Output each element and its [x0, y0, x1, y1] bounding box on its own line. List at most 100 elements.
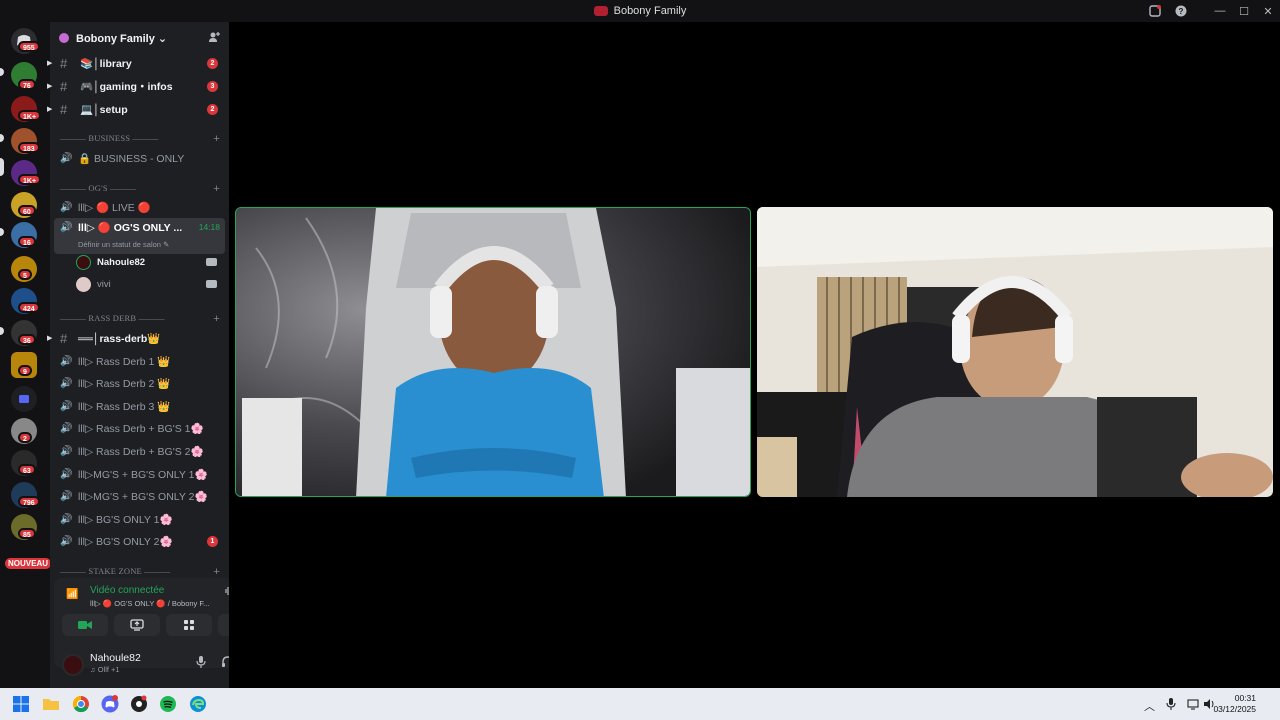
- microphone-icon[interactable]: [196, 656, 206, 671]
- edge-icon[interactable]: [189, 695, 207, 713]
- video-tile-2[interactable]: [757, 207, 1273, 497]
- voice-user-vivi[interactable]: vivi: [76, 274, 221, 294]
- mention-badge: 1: [207, 535, 218, 547]
- voice-channel-rass-1[interactable]: 🔊 lll▷ Rass Derb 1 👑: [50, 350, 229, 372]
- voice-channel-mgs-bgs-2[interactable]: 🔊 lll▷MG'S + BG'S ONLY 2🌸: [50, 485, 229, 507]
- voice-channel-bgs-only-1[interactable]: 🔊 lll▷ BG'S ONLY 1🌸: [50, 508, 229, 530]
- clock-time: 00:31: [1234, 693, 1256, 703]
- server-badge: 796: [18, 496, 40, 507]
- maximize-icon[interactable]: ☐: [1232, 0, 1256, 22]
- os-taskbar: ︿ 00:31 03/12/2025: [0, 688, 1280, 720]
- voice-channel-icon: 🔊: [60, 355, 73, 367]
- channel-label: lll▷ 🔴 OG'S ONLY ...: [78, 222, 183, 234]
- window-title-text: Bobony Family: [613, 5, 687, 17]
- channel-setup[interactable]: ▶ # 💻│setup 2: [47, 98, 229, 120]
- channel-label: 💻│setup: [80, 103, 128, 116]
- channel-label: 🎮│gaming・infos: [80, 80, 173, 93]
- voice-channel-mgs-bgs-1[interactable]: 🔊 lll▷MG'S + BG'S ONLY 1🌸: [50, 463, 229, 485]
- network-icon[interactable]: [1187, 698, 1199, 713]
- create-channel-icon[interactable]: +: [213, 566, 220, 578]
- minimize-icon[interactable]: —: [1208, 0, 1232, 22]
- voice-user-name: vivi: [97, 278, 111, 290]
- server-badge: 60: [18, 205, 36, 216]
- server-badge: 5: [18, 269, 32, 280]
- new-servers-badge[interactable]: NOUVEAU: [5, 558, 52, 569]
- category-label: ——— RASS DERB ———: [60, 313, 165, 323]
- voice-channel-icon: 🔊: [60, 400, 73, 412]
- channel-gaming-infos[interactable]: ▶ # 🎮│gaming・infos 3: [47, 75, 229, 97]
- dm-badge: 955: [18, 41, 40, 52]
- guild-header[interactable]: Bobony Family ⌄: [50, 22, 229, 54]
- create-channel-icon[interactable]: +: [213, 133, 220, 145]
- voice-channel-rass-3[interactable]: 🔊 lll▷ Rass Derb 3 👑: [50, 395, 229, 417]
- server-badge: 424: [18, 302, 40, 313]
- voice-channel-live[interactable]: 🔊 lll▷ 🔴 LIVE 🔴: [50, 196, 229, 218]
- clock-date: 03/12/2025: [1213, 704, 1256, 714]
- expand-arrow-icon: ▶: [47, 335, 53, 342]
- help-icon[interactable]: ?: [1168, 0, 1194, 22]
- system-clock[interactable]: 00:31 03/12/2025: [1213, 693, 1256, 715]
- connection-signal-icon[interactable]: 📶: [66, 589, 78, 600]
- text-channel-icon: #: [60, 55, 68, 71]
- voice-channel-icon: 🔊: [60, 535, 73, 547]
- show-hidden-icons[interactable]: ︿: [1144, 698, 1155, 714]
- file-explorer-icon[interactable]: [42, 695, 60, 713]
- channel-label: 🔒 BUSINESS - ONLY: [78, 152, 185, 165]
- voice-location[interactable]: lll▷ 🔴 OG'S ONLY 🔴 / Bobony F...: [90, 599, 209, 608]
- inbox-icon[interactable]: [1142, 0, 1168, 22]
- category-label: ——— STAKE ZONE ———: [60, 566, 171, 576]
- category-label: ——— OG'S ———: [60, 183, 137, 193]
- voice-status: Vidéo connectée: [90, 585, 165, 596]
- voice-channel-bgs-only-2[interactable]: 🔊 lll▷ BG'S ONLY 2🌸 1: [50, 530, 229, 552]
- close-icon[interactable]: ✕: [1256, 0, 1280, 22]
- voice-channel-icon: 🔊: [60, 222, 73, 233]
- voice-channel-rass-bgs-2[interactable]: 🔊 lll▷ Rass Derb + BG'S 2🌸: [50, 440, 229, 462]
- window-title: Bobony Family: [593, 5, 687, 17]
- channel-library[interactable]: ▶ # 📚│library 2: [47, 52, 229, 74]
- unread-indicator: [0, 327, 4, 335]
- voice-user-name: Nahoule82: [97, 256, 146, 268]
- folder-icon[interactable]: [11, 386, 37, 412]
- voice-channel-business[interactable]: 🔊 🔒 BUSINESS - ONLY: [50, 147, 229, 169]
- server-badge: 16: [18, 236, 36, 247]
- server-list: 955 76 1K+ 183 1K+ 60 16 5 424 36 9 2 63…: [0, 22, 52, 688]
- tray-microphone-icon[interactable]: [1166, 698, 1176, 713]
- activities-button[interactable]: [166, 614, 212, 636]
- screen-share-button[interactable]: [114, 614, 160, 636]
- spotify-icon[interactable]: [159, 695, 177, 713]
- voice-channel-icon: 🔊: [60, 513, 73, 525]
- text-channel-icon: #: [60, 78, 68, 94]
- voice-channel-rass-bgs-1[interactable]: 🔊 lll▷ Rass Derb + BG'S 1🌸: [50, 417, 229, 439]
- channel-status[interactable]: Définir un statut de salon ✎: [78, 240, 169, 249]
- category-label: ——— BUSINESS ———: [60, 133, 159, 143]
- user-avatar[interactable]: [62, 654, 84, 676]
- mention-badge: 2: [207, 57, 218, 69]
- server-badge: 1K+: [18, 110, 42, 121]
- unread-indicator: [0, 228, 4, 236]
- channel-label: lll▷ Rass Derb 2 👑: [78, 377, 171, 390]
- camera-toggle-button[interactable]: [62, 614, 108, 636]
- channel-label: ══│rass-derb👑: [78, 332, 161, 345]
- discord-icon[interactable]: [101, 695, 119, 713]
- voice-channel-icon: 🔊: [60, 445, 73, 457]
- video-tile-1[interactable]: [235, 207, 751, 497]
- server-badge: 85: [18, 528, 36, 539]
- create-channel-icon[interactable]: +: [213, 313, 220, 325]
- channel-rass-derb[interactable]: ▶ # ══│rass-derb👑: [47, 327, 229, 349]
- invite-people-icon[interactable]: [208, 31, 220, 46]
- user-activity: ♫ Ollf +1: [90, 665, 120, 674]
- server-logo-icon: [593, 6, 608, 16]
- voice-channel-rass-2[interactable]: 🔊 lll▷ Rass Derb 2 👑: [50, 372, 229, 394]
- call-duration: 14:18: [198, 222, 220, 232]
- channel-label: lll▷ Rass Derb + BG'S 2🌸: [78, 445, 204, 458]
- guild-name: Bobony Family ⌄: [76, 32, 168, 45]
- app-icon[interactable]: [130, 695, 148, 713]
- voice-user-nahoule82[interactable]: Nahoule82: [76, 252, 221, 272]
- chrome-icon[interactable]: [72, 695, 90, 713]
- voice-channel-ogs-only[interactable]: 🔊 lll▷ 🔴 OG'S ONLY ... 14:18 Définir un …: [54, 218, 225, 254]
- start-menu-icon[interactable]: [12, 695, 30, 713]
- create-channel-icon[interactable]: +: [213, 183, 220, 195]
- text-channel-icon: #: [60, 101, 68, 117]
- user-name[interactable]: Nahoule82: [90, 652, 141, 664]
- voice-channel-icon: 🔊: [60, 201, 73, 213]
